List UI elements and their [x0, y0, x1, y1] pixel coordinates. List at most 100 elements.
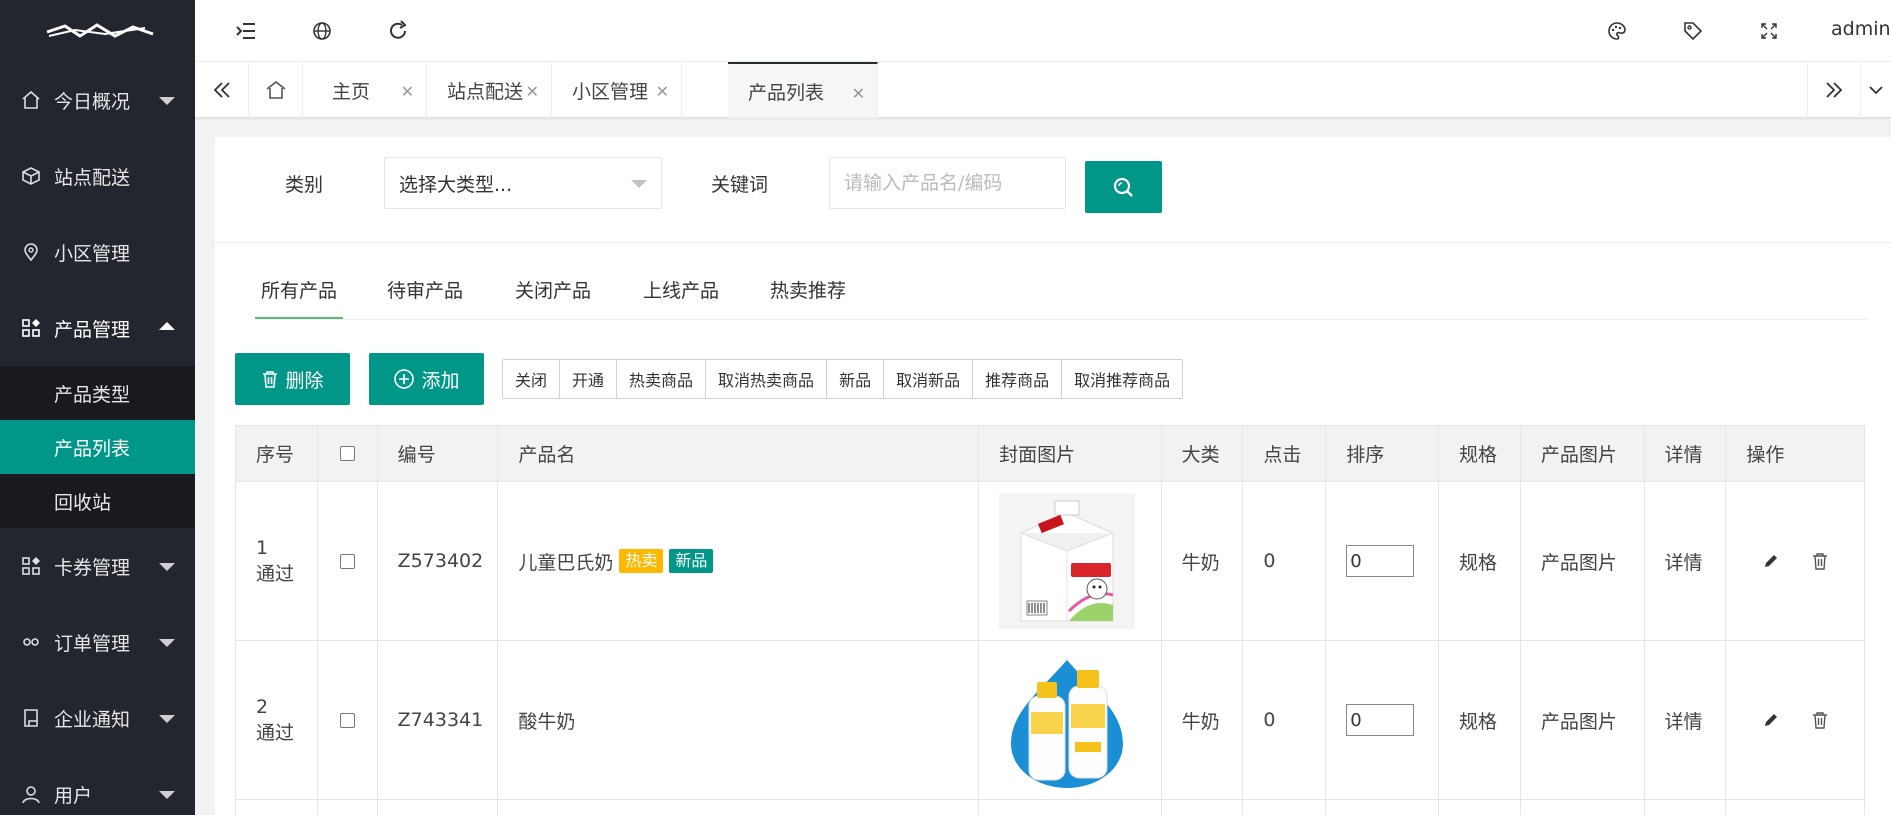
category-select[interactable]: 选择大类型...	[384, 157, 662, 209]
fullscreen-icon[interactable]	[1756, 18, 1782, 44]
trash-icon[interactable]	[1811, 711, 1829, 729]
tab-home[interactable]	[249, 62, 303, 118]
trash-icon[interactable]	[1811, 552, 1829, 570]
row-status: 通过	[256, 563, 295, 585]
select-all-checkbox[interactable]	[339, 446, 355, 461]
product-table: 序号 编号 产品名 封面图片 大类 点击 排序 规格 产品图片 详情 操作 1 …	[235, 425, 1865, 815]
delete-button-label: 删除	[285, 369, 324, 392]
sort-input[interactable]	[1346, 704, 1415, 736]
sidebar-subitem-product-types[interactable]: 产品类型	[0, 366, 195, 420]
plus-circle-icon	[394, 369, 415, 389]
row-checkbox[interactable]	[339, 712, 355, 728]
tabs-scroll-left-button[interactable]	[195, 62, 249, 118]
tab-community[interactable]: 小区管理 ✕	[552, 62, 682, 118]
keyword-input[interactable]	[829, 157, 1066, 209]
row-name-cell: 儿童巴氏奶 热卖 新品	[498, 482, 980, 640]
col-header-category: 大类	[1162, 426, 1244, 481]
table-header: 序号 编号 产品名 封面图片 大类 点击 排序 规格 产品图片 详情 操作	[236, 426, 1864, 482]
apps-icon	[20, 555, 42, 577]
close-icon[interactable]: ✕	[656, 82, 669, 101]
subtab-pending-products[interactable]: 待审产品	[387, 262, 463, 320]
table-row: 1 通过 Z573402 儿童巴氏奶 热卖 新品 牛奶 0 0 规格 产品图片 …	[236, 482, 1864, 641]
product-images-link[interactable]: 产品图片	[1521, 641, 1645, 799]
apps-icon	[20, 317, 42, 339]
sidebar-item-products[interactable]: 产品管理	[0, 290, 195, 366]
search-button[interactable]	[1085, 161, 1162, 213]
tabs-scroll-right-button[interactable]	[1807, 62, 1861, 118]
set-new-button[interactable]: 新品	[827, 360, 885, 398]
spec-link[interactable]: 规格	[1439, 482, 1521, 640]
unset-new-button[interactable]: 取消新品	[884, 360, 974, 398]
tabs-dropdown-button[interactable]	[1861, 62, 1891, 118]
globe-icon[interactable]	[309, 18, 335, 44]
close-icon[interactable]: ✕	[526, 82, 539, 101]
tab-label: 站点配送	[447, 80, 524, 103]
milk-carton-image[interactable]	[999, 493, 1136, 629]
detail-link[interactable]: 详情	[1645, 482, 1727, 640]
set-recommend-button[interactable]: 推荐商品	[973, 360, 1063, 398]
detail-link[interactable]: 详情	[1645, 641, 1727, 799]
row-name-cell	[498, 800, 980, 815]
refresh-icon[interactable]	[385, 18, 411, 44]
logo-scribble-icon	[46, 23, 154, 38]
subtab-closed-products[interactable]: 关闭产品	[515, 262, 591, 320]
row-category: 牛奶	[1162, 482, 1244, 640]
yogurt-bottles-image[interactable]	[999, 652, 1136, 788]
close-button[interactable]: 关闭	[503, 360, 561, 398]
double-chevron-left-icon	[213, 82, 230, 98]
palette-icon[interactable]	[1604, 18, 1630, 44]
subtabs-underline	[255, 319, 1867, 320]
sidebar-item-coupons[interactable]: 卡券管理	[0, 528, 195, 604]
col-header-sort: 排序	[1326, 426, 1439, 481]
col-header-detail: 详情	[1645, 426, 1727, 481]
subtab-all-products[interactable]: 所有产品	[255, 262, 344, 320]
edit-icon[interactable]	[1762, 552, 1780, 570]
tag-icon[interactable]	[1680, 18, 1706, 44]
unset-hot-button[interactable]: 取消热卖商品	[706, 360, 828, 398]
set-hot-button[interactable]: 热卖商品	[617, 360, 707, 398]
sidebar-item-users[interactable]: 用户	[0, 756, 195, 815]
tab-delivery[interactable]: 站点配送 ✕	[427, 62, 552, 118]
row-select-cell	[318, 800, 378, 815]
sidebar-item-overview[interactable]: 今日概况	[0, 62, 195, 138]
row-cover-cell	[979, 800, 1162, 815]
tab-main[interactable]: 主页 ✕	[312, 62, 427, 118]
row-seq-cell	[236, 800, 318, 815]
delete-button[interactable]: 删除	[235, 353, 350, 405]
close-icon[interactable]: ✕	[852, 84, 865, 103]
menu-collapse-icon[interactable]	[233, 18, 259, 44]
col-header-ops: 操作	[1746, 444, 1785, 466]
product-images-link	[1521, 800, 1645, 815]
row-code: Z573402	[378, 482, 499, 640]
tab-label: 主页	[332, 80, 371, 103]
col-header-spec: 规格	[1439, 426, 1521, 481]
sidebar-subitem-recycle-bin[interactable]: 回收站	[0, 474, 195, 528]
add-button-label: 添加	[421, 369, 460, 392]
open-button[interactable]: 开通	[560, 360, 618, 398]
product-filter-tabs: 所有产品 待审产品 关闭产品 上线产品 热卖推荐	[255, 262, 855, 320]
add-button[interactable]: 添加	[369, 353, 484, 405]
tab-product-list[interactable]: 产品列表 ✕	[728, 62, 878, 118]
unset-recommend-button[interactable]: 取消推荐商品	[1062, 360, 1183, 398]
chevron-down-icon	[159, 639, 175, 647]
product-images-link[interactable]: 产品图片	[1521, 482, 1645, 640]
close-icon[interactable]: ✕	[401, 82, 414, 101]
logo[interactable]	[0, 0, 195, 62]
sidebar-subitem-product-list[interactable]: 产品列表	[0, 420, 195, 474]
subtab-online-products[interactable]: 上线产品	[643, 262, 719, 320]
sort-input[interactable]	[1346, 545, 1415, 577]
sidebar-item-delivery[interactable]: 站点配送	[0, 138, 195, 214]
spec-link[interactable]: 规格	[1439, 641, 1521, 799]
home-icon	[20, 89, 42, 111]
user-menu[interactable]: admin	[1831, 18, 1891, 40]
edit-icon[interactable]	[1762, 711, 1780, 729]
sidebar-item-orders[interactable]: 订单管理	[0, 604, 195, 680]
col-header-clicks: 点击	[1243, 426, 1327, 481]
category-select-value: 选择大类型...	[399, 173, 513, 196]
row-checkbox[interactable]	[339, 553, 355, 569]
col-header-code: 编号	[378, 426, 499, 481]
row-sort-cell	[1326, 800, 1439, 815]
sidebar-item-notices[interactable]: 企业通知	[0, 680, 195, 756]
subtab-hot-recommend[interactable]: 热卖推荐	[770, 262, 846, 320]
sidebar-item-community[interactable]: 小区管理	[0, 214, 195, 290]
